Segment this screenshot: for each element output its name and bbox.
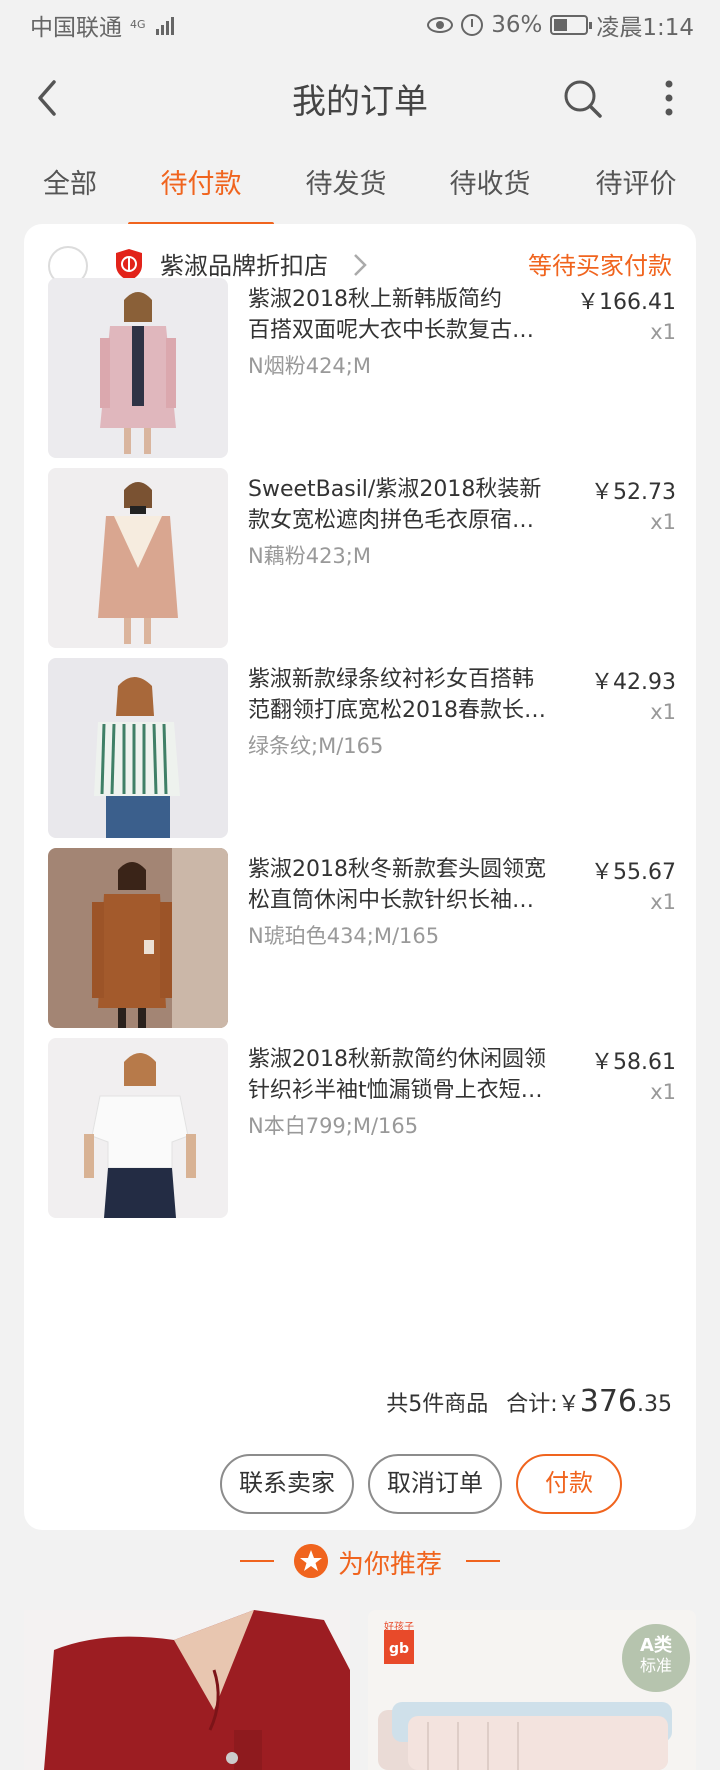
recommend-card[interactable] bbox=[24, 1610, 350, 1770]
total-integer: 376 bbox=[579, 1384, 637, 1419]
back-arrow-icon[interactable] bbox=[30, 78, 70, 118]
product-title-line: 紫淑2018秋冬新款套头圆领宽 bbox=[248, 857, 546, 882]
recommend-header: 为你推荐 bbox=[0, 1538, 720, 1584]
network-label: 4G bbox=[130, 18, 146, 31]
product-title-line: 紫淑2018秋新款简约休闲圆领 bbox=[248, 1047, 546, 1072]
product-title-line: SweetBasil/紫淑2018秋装新 bbox=[248, 477, 542, 502]
tab-label: 待评价 bbox=[595, 169, 677, 200]
contact-seller-button[interactable]: 联系卖家 bbox=[220, 1454, 354, 1514]
order-item[interactable]: 紫淑2018秋上新韩版简约 百搭双面呢大衣中长款复古… N烟粉424;M ￥16… bbox=[24, 278, 696, 458]
product-quantity: x1 bbox=[650, 700, 676, 724]
cancel-order-button[interactable]: 取消订单 bbox=[368, 1454, 502, 1514]
eye-comfort-icon bbox=[427, 17, 454, 33]
product-variant: N本白799;M/165 bbox=[248, 1114, 419, 1138]
total-currency: ￥ bbox=[557, 1392, 580, 1417]
order-item[interactable]: 紫淑2018秋新款简约休闲圆领 针织衫半袖t恤漏锁骨上衣短… N本白799;M/… bbox=[24, 1038, 696, 1218]
product-image[interactable] bbox=[48, 278, 228, 458]
status-right: 36% 凌晨1:14 bbox=[427, 8, 694, 42]
signal-icon bbox=[155, 15, 174, 35]
tab-pending-review[interactable]: 待评价 bbox=[586, 150, 686, 226]
product-title[interactable]: 紫淑2018秋上新韩版简约 百搭双面呢大衣中长款复古… bbox=[248, 284, 566, 346]
more-vertical-icon[interactable] bbox=[654, 76, 684, 120]
battery-icon bbox=[550, 15, 593, 35]
tab-label: 待付款 bbox=[160, 169, 242, 200]
product-quantity: x1 bbox=[650, 890, 676, 914]
alarm-icon bbox=[461, 14, 484, 36]
tab-label: 待发货 bbox=[305, 169, 387, 200]
divider-line bbox=[240, 1560, 274, 1562]
product-quantity: x1 bbox=[650, 1080, 676, 1104]
product-title[interactable]: SweetBasil/紫淑2018秋装新 款女宽松遮肉拼色毛衣原宿… bbox=[248, 474, 566, 536]
product-title-line: 松直筒休闲中长款针织长袖… bbox=[248, 888, 535, 913]
product-variant: 绿条纹;M/165 bbox=[248, 734, 384, 758]
pay-button[interactable]: 付款 bbox=[516, 1454, 622, 1514]
product-price: ￥166.41 bbox=[577, 290, 676, 315]
quality-badge: A类 标准 bbox=[622, 1624, 690, 1692]
product-quantity: x1 bbox=[650, 320, 676, 344]
order-tabs: 全部 待付款 待发货 待收货 待评价 bbox=[0, 150, 720, 226]
quality-badge-title: A类 bbox=[640, 1635, 672, 1656]
product-image[interactable] bbox=[48, 468, 228, 648]
order-summary: 共5件商品 合计: ￥ 376 .35 bbox=[386, 1384, 672, 1419]
order-item[interactable]: 紫淑2018秋冬新款套头圆领宽 松直筒休闲中长款针织长袖… N琥珀色434;M/… bbox=[24, 848, 696, 1028]
tab-label: 待收货 bbox=[449, 169, 531, 200]
total-label: 合计: bbox=[506, 1392, 558, 1417]
product-title-line: 百搭双面呢大衣中长款复古… bbox=[248, 318, 535, 343]
page-title: 我的订单 bbox=[292, 81, 428, 122]
order-card: 紫淑品牌折扣店 等待买家付款 紫淑2018秋上新韩版简约 百搭双面呢大衣中长款复… bbox=[24, 224, 696, 1530]
star-icon bbox=[294, 1544, 328, 1578]
brand-logo: gb bbox=[384, 1630, 414, 1664]
shop-name[interactable]: 紫淑品牌折扣店 bbox=[160, 246, 328, 281]
product-price: ￥55.67 bbox=[591, 860, 676, 885]
tab-pending-payment[interactable]: 待付款 bbox=[128, 150, 274, 226]
recommend-label: 为你推荐 bbox=[338, 1550, 443, 1580]
product-title-line: 紫淑新款绿条纹衬衫女百搭韩 bbox=[248, 667, 535, 692]
product-title[interactable]: 紫淑2018秋冬新款套头圆领宽 松直筒休闲中长款针织长袖… bbox=[248, 854, 566, 916]
total-decimal: .35 bbox=[637, 1392, 672, 1417]
tab-all[interactable]: 全部 bbox=[30, 150, 110, 226]
battery-percent: 36% bbox=[491, 12, 543, 38]
product-price: ￥52.73 bbox=[591, 480, 676, 505]
status-bar: 中国联通 4G 36% 凌晨1:14 bbox=[0, 0, 720, 50]
product-price: ￥58.61 bbox=[591, 1050, 676, 1075]
product-title-line: 紫淑2018秋上新韩版简约 bbox=[248, 287, 502, 312]
tab-label: 全部 bbox=[43, 169, 97, 200]
shop-shield-icon bbox=[116, 249, 142, 281]
product-variant: N琥珀色434;M/165 bbox=[248, 924, 440, 948]
product-image bbox=[24, 1610, 350, 1770]
order-item[interactable]: 紫淑新款绿条纹衬衫女百搭韩 范翻领打底宽松2018春款长… 绿条纹;M/165 … bbox=[24, 658, 696, 838]
product-image[interactable] bbox=[48, 848, 228, 1028]
divider-line bbox=[466, 1560, 500, 1562]
tab-pending-shipment[interactable]: 待发货 bbox=[298, 150, 394, 226]
product-variant: N藕粉423;M bbox=[248, 544, 371, 568]
product-variant: N烟粉424;M bbox=[248, 354, 371, 378]
carrier-label: 中国联通 bbox=[30, 15, 122, 41]
product-title-line: 针织衫半袖t恤漏锁骨上衣短… bbox=[248, 1078, 543, 1103]
header: 我的订单 bbox=[0, 58, 720, 138]
clock: 凌晨1:14 bbox=[596, 15, 694, 41]
product-title-line: 款女宽松遮肉拼色毛衣原宿… bbox=[248, 508, 535, 533]
tab-pending-receipt[interactable]: 待收货 bbox=[442, 150, 538, 226]
product-title-line: 范翻领打底宽松2018春款长… bbox=[248, 698, 546, 723]
order-status: 等待买家付款 bbox=[528, 252, 672, 280]
recommend-card[interactable]: 好孩子 gb A类 标准 bbox=[368, 1610, 696, 1770]
product-title[interactable]: 紫淑2018秋新款简约休闲圆领 针织衫半袖t恤漏锁骨上衣短… bbox=[248, 1044, 566, 1106]
chevron-right-icon[interactable] bbox=[350, 250, 370, 280]
status-left: 中国联通 4G bbox=[30, 8, 174, 42]
product-image[interactable] bbox=[48, 1038, 228, 1218]
product-quantity: x1 bbox=[650, 510, 676, 534]
quality-badge-subtitle: 标准 bbox=[639, 1656, 672, 1675]
search-icon[interactable] bbox=[560, 76, 604, 120]
product-title[interactable]: 紫淑新款绿条纹衬衫女百搭韩 范翻领打底宽松2018春款长… bbox=[248, 664, 566, 726]
order-item[interactable]: SweetBasil/紫淑2018秋装新 款女宽松遮肉拼色毛衣原宿… N藕粉42… bbox=[24, 468, 696, 648]
product-price: ￥42.93 bbox=[591, 670, 676, 695]
product-image[interactable] bbox=[48, 658, 228, 838]
item-count: 共5件商品 bbox=[386, 1392, 489, 1417]
